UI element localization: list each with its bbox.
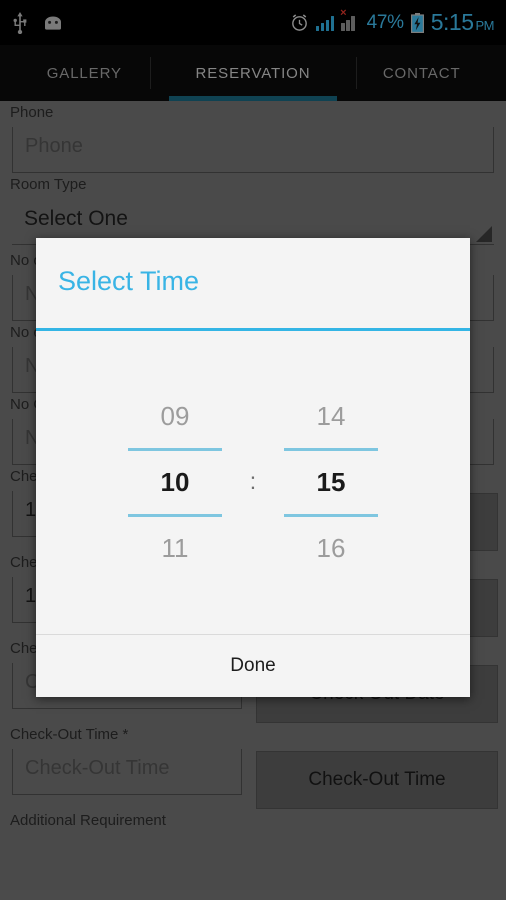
tab-contact[interactable]: CONTACT (337, 45, 506, 101)
hour-selected-value[interactable]: 10 (125, 451, 225, 514)
minute-next-value[interactable]: 16 (281, 517, 381, 580)
time-picker: 09 10 11 : 14 15 16 (36, 331, 470, 634)
status-bar-clock: 5:15 PM (430, 9, 495, 36)
check-out-time-row: Check-Out Time Check-Out Time (8, 745, 498, 809)
minute-picker[interactable]: 14 15 16 (281, 385, 381, 580)
check-out-time-label: Check-Out Time * (10, 726, 129, 743)
tab-bar: GALLERY RESERVATION CONTACT (0, 45, 506, 101)
hour-next-value[interactable]: 11 (125, 517, 225, 580)
phone-input[interactable]: Phone (12, 127, 494, 173)
room-type-label: Room Type (10, 176, 87, 193)
signal-bars-no-service-icon: × (340, 7, 360, 31)
phone-label: Phone (10, 104, 54, 121)
status-bar: × 47% 5:15 PM (0, 0, 506, 45)
additional-requirement-label: Additional Requirement (10, 812, 166, 829)
battery-percent-label: 47% (366, 11, 404, 33)
status-bar-right-icons: × 47% 5:15 PM (290, 7, 495, 36)
check-out-time-button[interactable]: Check-Out Time (256, 751, 498, 809)
tab-reservation-label: RESERVATION (195, 64, 311, 82)
tab-reservation[interactable]: RESERVATION (168, 45, 338, 101)
dialog-title: Select Time (58, 266, 200, 296)
status-bar-left-icons (12, 11, 64, 34)
no-service-mark: × (340, 6, 347, 19)
tab-contact-label: CONTACT (382, 64, 461, 82)
hour-previous-value[interactable]: 09 (125, 385, 225, 448)
android-robot-icon (42, 15, 64, 31)
signal-bars-icon (315, 15, 335, 31)
minute-selected-value[interactable]: 15 (281, 451, 381, 514)
done-button[interactable]: Done (36, 635, 470, 697)
tab-divider-left (150, 57, 151, 89)
clock-time: 5:15 (430, 9, 474, 35)
minute-previous-value[interactable]: 14 (281, 385, 381, 448)
check-out-time-input[interactable]: Check-Out Time (12, 749, 242, 795)
tab-gallery-label: GALLERY (46, 64, 122, 82)
usb-icon (12, 11, 28, 34)
tab-gallery[interactable]: GALLERY (0, 45, 169, 101)
hour-picker[interactable]: 09 10 11 (125, 385, 225, 580)
time-separator: : (249, 468, 257, 494)
select-time-dialog: Select Time 09 10 11 : 14 15 16 Done (36, 238, 470, 697)
clock-ampm: PM (475, 18, 495, 33)
battery-charging-icon (410, 12, 424, 33)
alarm-clock-icon (290, 13, 309, 32)
